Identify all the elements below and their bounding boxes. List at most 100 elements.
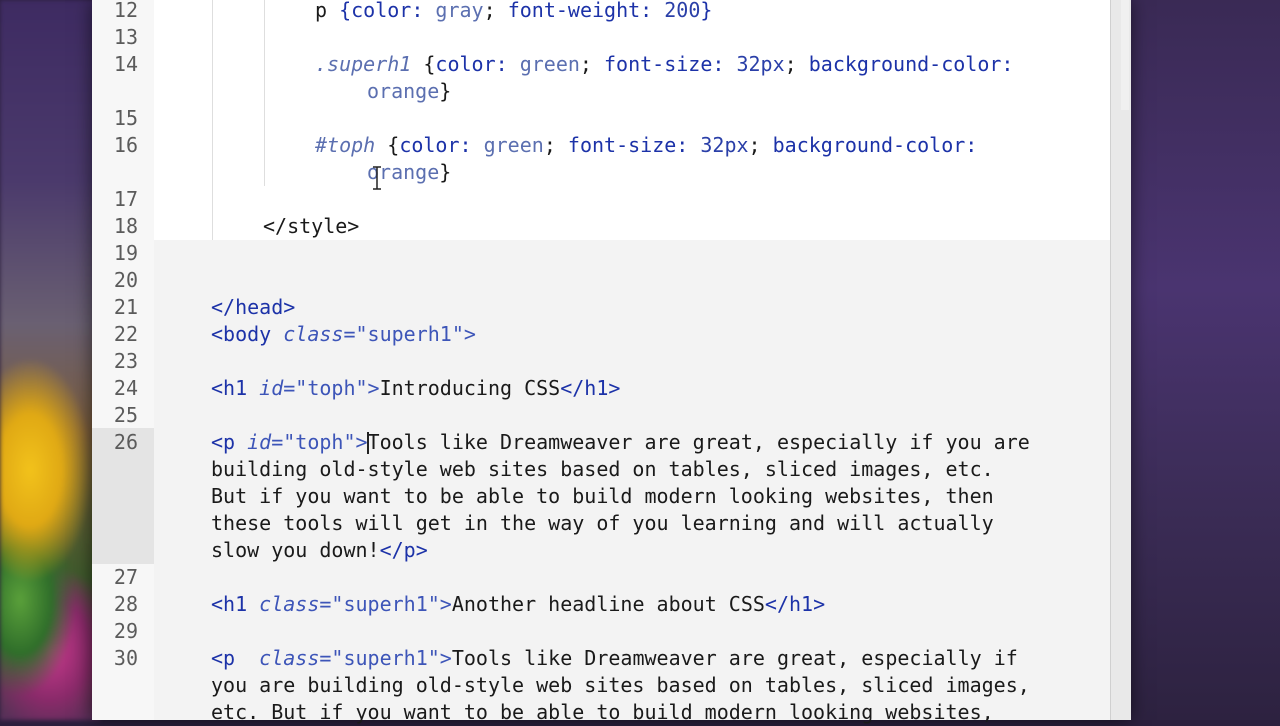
code-editor-window[interactable]: 12 13 14 15 16 17 18 19 20 21 22 23 24 2…: [92, 0, 1131, 724]
code-line-26-wrap[interactable]: these tools will get in the way of you l…: [211, 510, 994, 537]
line-number: 19: [113, 241, 138, 265]
punctuation: ;: [483, 0, 508, 22]
line-number: 30: [113, 646, 138, 670]
html-text: Introducing CSS: [379, 376, 561, 400]
html-attribute: id: [247, 430, 272, 454]
code-line-14[interactable]: .superh1 {color: green; font-size: 32px;…: [315, 51, 1013, 78]
html-attribute: class: [259, 646, 320, 670]
html-attribute: class: [283, 322, 344, 346]
html-attribute: class: [259, 592, 320, 616]
line-number: 27: [113, 565, 138, 589]
code-line-16[interactable]: #toph {color: green; font-size: 32px; ba…: [315, 132, 977, 159]
code-line-22[interactable]: <body class="superh1">: [211, 321, 476, 348]
code-line-14-wrap[interactable]: orange}: [367, 78, 451, 105]
html-attribute-value: ="toph">: [283, 376, 380, 400]
punctuation: {: [375, 133, 400, 157]
desktop-background-right: [1130, 0, 1280, 720]
scrollbar-thumb[interactable]: [1121, 0, 1129, 110]
punctuation: ;: [579, 52, 605, 76]
html-tag: </p>: [379, 538, 428, 562]
line-number: 24: [113, 376, 138, 400]
html-attribute-value: ="superh1">: [319, 646, 452, 670]
punctuation: ;: [543, 133, 568, 157]
css-property: color:: [399, 133, 472, 157]
css-property: background-color:: [808, 52, 1014, 76]
html-text: building old-style web sites based on ta…: [211, 457, 994, 481]
line-number: 28: [113, 592, 138, 616]
code-line-18[interactable]: </style>: [263, 213, 359, 240]
code-line-26-wrap[interactable]: building old-style web sites based on ta…: [211, 456, 994, 483]
html-tag: </style>: [263, 214, 360, 238]
html-text: etc. But if you want to be able to build…: [211, 700, 994, 724]
code-line-24[interactable]: <h1 id="toph">Introducing CSS</h1>: [211, 375, 620, 402]
line-number-current: 26: [113, 430, 138, 454]
line-number: 16: [113, 133, 138, 157]
code-line-21[interactable]: </head>: [211, 294, 295, 321]
html-tag: <p: [211, 430, 248, 454]
html-text: these tools will get in the way of you l…: [211, 511, 994, 535]
css-value: green: [471, 133, 544, 157]
code-line-30-wrap[interactable]: etc. But if you want to be able to build…: [211, 699, 994, 726]
line-number: 29: [113, 619, 138, 643]
html-tag: </h1>: [560, 376, 621, 400]
line-number: 21: [113, 295, 138, 319]
code-line-26-wrap[interactable]: slow you down!</p>: [211, 537, 428, 564]
desktop-background-left: [0, 0, 100, 720]
html-tag: </h1>: [764, 592, 826, 616]
line-number: 12: [113, 0, 138, 22]
text-cursor: [367, 432, 369, 454]
css-value: 32px: [724, 52, 785, 76]
line-number: 20: [113, 268, 138, 292]
punctuation: }: [439, 160, 452, 184]
html-tag: <body: [211, 322, 284, 346]
css-value: 200: [652, 0, 701, 22]
code-line-12[interactable]: p {color: gray; font-weight: 200}: [315, 0, 712, 24]
html-text: you are building old-style web sites bas…: [211, 673, 1030, 697]
css-property: {color:: [339, 0, 424, 22]
html-attribute-value: ="superh1">: [319, 592, 452, 616]
code-line-30[interactable]: <p class="superh1">Tools like Dreamweave…: [211, 645, 1018, 672]
html-tag: <h1: [211, 376, 260, 400]
html-text: Tools like Dreamweaver are great, especi…: [451, 646, 1018, 670]
html-text: But if you want to be able to build mode…: [211, 484, 994, 508]
html-text: Another headline about CSS: [451, 592, 765, 616]
punctuation: ;: [784, 52, 809, 76]
html-tag: <h1: [211, 592, 260, 616]
css-property: font-size:: [604, 52, 725, 76]
css-property: font-size:: [567, 133, 689, 157]
code-line-28[interactable]: <h1 class="superh1">Another headline abo…: [211, 591, 825, 618]
line-number: 15: [113, 106, 138, 130]
css-property: font-weight:: [507, 0, 653, 22]
line-number: 18: [113, 214, 138, 238]
css-selector: p: [315, 0, 340, 22]
css-property: color:: [435, 52, 508, 76]
code-line-26-wrap[interactable]: But if you want to be able to build mode…: [211, 483, 994, 510]
html-tag: <p: [211, 646, 260, 670]
line-number: 14: [113, 52, 138, 76]
html-attribute-value: ="superh1">: [343, 322, 476, 346]
punctuation: }: [439, 79, 452, 103]
css-value: green: [507, 52, 580, 76]
code-line-26[interactable]: <p id="toph">Tools like Dreamweaver are …: [211, 429, 1030, 456]
css-class-selector: .superh1: [315, 52, 412, 76]
punctuation: ;: [748, 133, 773, 157]
code-line-30-wrap[interactable]: you are building old-style web sites bas…: [211, 672, 1030, 699]
line-number: 25: [113, 403, 138, 427]
html-tag: </head>: [211, 295, 296, 319]
indent-guide: [264, 0, 265, 186]
css-value: 32px: [688, 133, 749, 157]
css-value: orange: [367, 79, 440, 103]
html-text: slow you down!: [211, 538, 380, 562]
punctuation: {: [411, 52, 436, 76]
punctuation: }: [700, 0, 713, 22]
line-number: 13: [113, 25, 138, 49]
indent-guide: [212, 0, 213, 240]
html-attribute-value: ="toph">: [271, 430, 368, 454]
html-attribute: id: [259, 376, 284, 400]
line-number: 17: [113, 187, 138, 211]
line-number: 22: [113, 322, 138, 346]
ibeam-cursor-icon: [373, 166, 381, 190]
html-text: Tools like Dreamweaver are great, especi…: [367, 430, 1030, 454]
css-property: background-color:: [772, 133, 978, 157]
line-number: 23: [113, 349, 138, 373]
